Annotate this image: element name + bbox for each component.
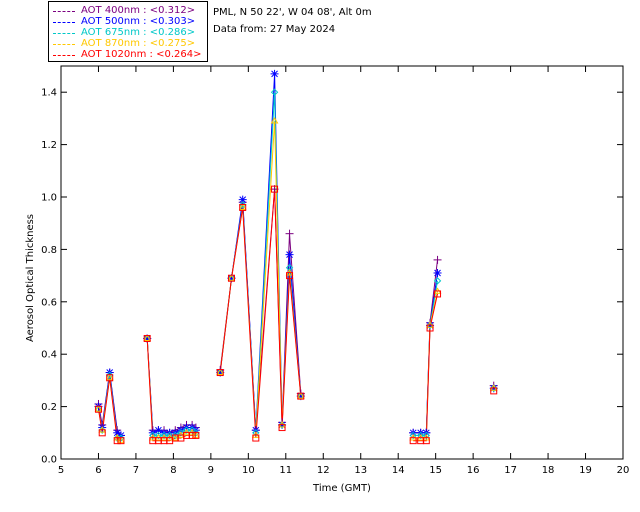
series-line xyxy=(146,338,197,434)
x-tick-label: 6 xyxy=(95,465,101,476)
series-line xyxy=(146,338,197,436)
y-tick-label: 0.4 xyxy=(41,350,57,361)
data-point xyxy=(433,255,442,264)
data-point xyxy=(285,250,294,259)
x-tick-label: 8 xyxy=(170,465,176,476)
x-tick-label: 13 xyxy=(354,465,367,476)
x-tick-label: 19 xyxy=(579,465,592,476)
series-line xyxy=(219,189,302,439)
x-tick-label: 16 xyxy=(467,465,480,476)
x-tick-label: 9 xyxy=(208,465,214,476)
x-tick-label: 18 xyxy=(542,465,555,476)
series-line xyxy=(146,338,197,434)
series-line xyxy=(413,280,438,436)
y-tick-label: 1.4 xyxy=(41,88,57,99)
series-line xyxy=(413,293,438,442)
series-line xyxy=(413,272,438,434)
x-tick-label: 14 xyxy=(392,465,405,476)
x-axis-title: Time (GMT) xyxy=(312,483,371,494)
series-line xyxy=(413,291,438,439)
y-tick-label: 0.8 xyxy=(41,245,57,256)
x-tick-label: 15 xyxy=(429,465,442,476)
y-tick-label: 1.0 xyxy=(41,193,57,204)
x-tick-label: 10 xyxy=(242,465,255,476)
data-point xyxy=(270,69,279,78)
x-tick-label: 11 xyxy=(279,465,292,476)
x-tick-label: 17 xyxy=(504,465,517,476)
data-point xyxy=(285,229,294,238)
plot-frame xyxy=(60,65,624,460)
x-tick-label: 7 xyxy=(133,465,139,476)
x-tick-label: 12 xyxy=(317,465,330,476)
y-tick-label: 1.2 xyxy=(41,140,57,151)
data-point xyxy=(433,268,442,277)
x-tick-label: 5 xyxy=(58,465,64,476)
series-line xyxy=(413,259,438,434)
y-axis-title: Aerosol Optical Thickness xyxy=(25,214,36,342)
x-tick-label: 20 xyxy=(617,465,630,476)
y-tick-label: 0.0 xyxy=(41,455,57,466)
series-line xyxy=(219,189,302,431)
series-line xyxy=(146,338,197,439)
y-tick-label: 0.6 xyxy=(41,297,57,308)
y-tick-label: 0.2 xyxy=(41,402,57,413)
aot-chart: 5 6 7 8 9 10 11 12 13 14 15 16 17 18 19 20 0.0 0.2 0.4 0.6 0… xyxy=(25,65,630,494)
